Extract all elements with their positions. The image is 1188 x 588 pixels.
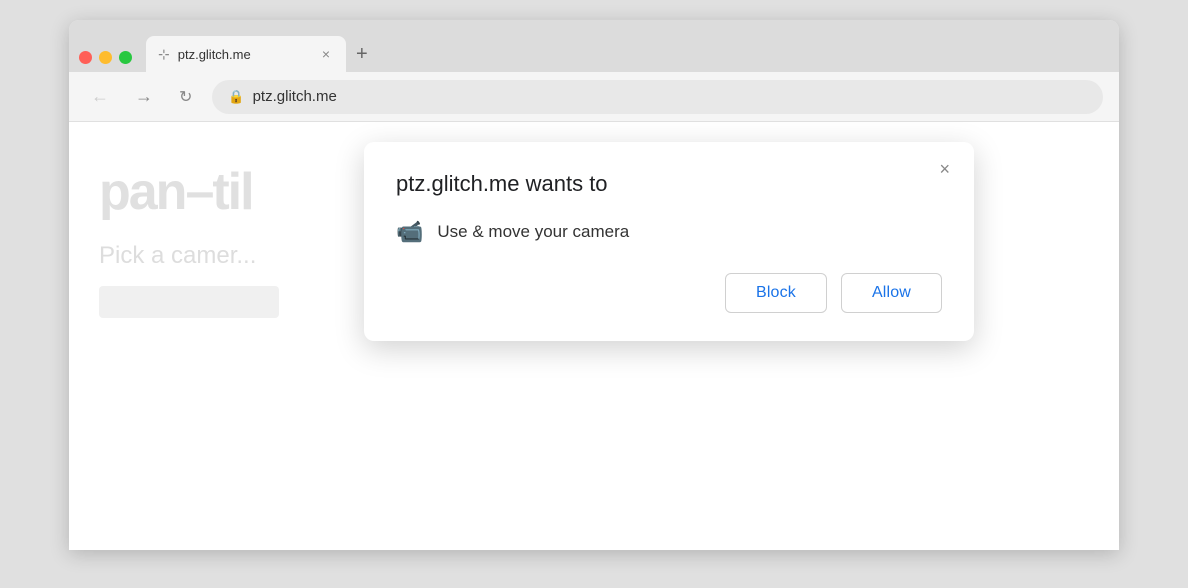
tab-title: ptz.glitch.me xyxy=(178,47,310,62)
page-bg-input xyxy=(99,286,279,318)
url-bar[interactable]: 🔒 ptz.glitch.me xyxy=(212,80,1103,114)
page-bg-title: pan–til xyxy=(99,162,279,222)
url-text: ptz.glitch.me xyxy=(253,88,337,105)
block-button[interactable]: Block xyxy=(725,273,827,313)
lock-icon: 🔒 xyxy=(228,89,244,105)
page-background: pan–til Pick a camer... xyxy=(99,162,279,318)
traffic-lights xyxy=(79,51,132,64)
camera-icon: 📹 xyxy=(396,219,423,245)
close-button[interactable] xyxy=(79,51,92,64)
address-bar: ← → ↻ 🔒 ptz.glitch.me xyxy=(69,72,1119,122)
permission-item: 📹 Use & move your camera xyxy=(396,219,942,245)
back-button[interactable]: ← xyxy=(85,82,115,111)
page-content: pan–til Pick a camer... × ptz.glitch.me … xyxy=(69,122,1119,550)
new-tab-button[interactable]: + xyxy=(346,44,378,64)
minimize-button[interactable] xyxy=(99,51,112,64)
maximize-button[interactable] xyxy=(119,51,132,64)
tab-bar: ⊹ ptz.glitch.me × + xyxy=(69,20,1119,72)
permission-text: Use & move your camera xyxy=(437,222,629,242)
dialog-close-button[interactable]: × xyxy=(933,158,956,180)
browser-window: ⊹ ptz.glitch.me × + ← → ↻ 🔒 ptz.glitch.m… xyxy=(69,20,1119,550)
tab-close-icon[interactable]: × xyxy=(318,44,334,64)
allow-button[interactable]: Allow xyxy=(841,273,942,313)
dialog-title: ptz.glitch.me wants to xyxy=(396,170,942,199)
reload-button[interactable]: ↻ xyxy=(173,83,198,111)
drag-icon: ⊹ xyxy=(158,46,170,63)
forward-button[interactable]: → xyxy=(129,82,159,111)
browser-tab[interactable]: ⊹ ptz.glitch.me × xyxy=(146,36,346,72)
page-bg-subtitle: Pick a camer... xyxy=(99,242,279,270)
permission-dialog: × ptz.glitch.me wants to 📹 Use & move yo… xyxy=(364,142,974,341)
dialog-buttons: Block Allow xyxy=(396,273,942,313)
